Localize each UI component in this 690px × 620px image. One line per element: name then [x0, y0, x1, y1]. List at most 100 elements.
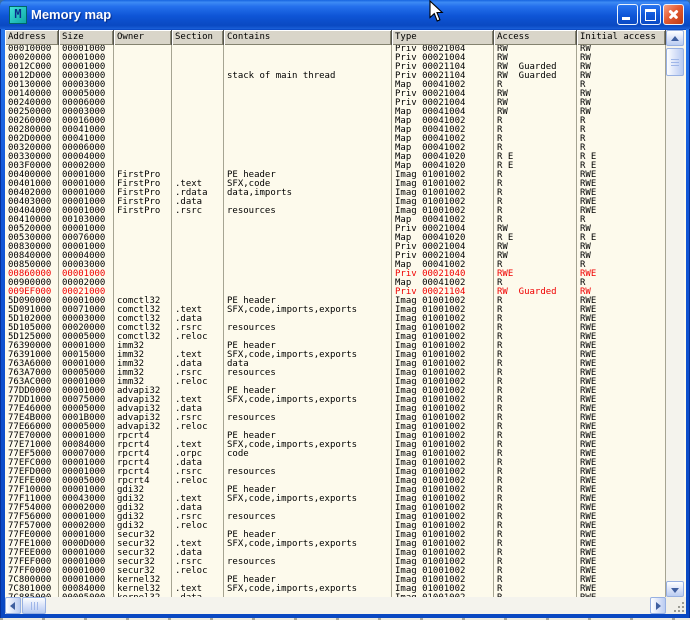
cell-section: .reloc [172, 378, 224, 387]
left-arrow-icon [10, 602, 15, 610]
cell-access: RW [494, 252, 577, 261]
cell-access: R [494, 486, 577, 495]
cell-section [172, 54, 224, 63]
cell-access: R [494, 468, 577, 477]
cell-access: R [494, 387, 577, 396]
cell-owner [114, 234, 172, 243]
cell-contains [224, 99, 392, 108]
cell-access: RW Guarded [494, 288, 577, 297]
horizontal-scrollbar[interactable] [5, 597, 666, 614]
cell-access: R [494, 324, 577, 333]
cell-contains [224, 117, 392, 126]
cell-owner [114, 54, 172, 63]
scroll-right-button[interactable] [650, 597, 666, 614]
cell-owner [114, 81, 172, 90]
resize-grip[interactable] [666, 597, 686, 614]
horizontal-scroll-thumb[interactable] [22, 597, 46, 614]
minimize-button[interactable] [617, 4, 638, 25]
cell-contains: SFX,code,imports,exports [224, 396, 392, 405]
vertical-scroll-thumb[interactable] [666, 48, 684, 76]
screenshot-stage: M Memory map Address Size Owner Section … [0, 0, 690, 620]
cell-initial-access: RW [577, 72, 666, 81]
cell-access: RW [494, 108, 577, 117]
cell-section: .reloc [172, 423, 224, 432]
cell-contains [224, 261, 392, 270]
maximize-button[interactable] [640, 4, 661, 25]
cell-access: R [494, 585, 577, 594]
cell-initial-access: RW [577, 108, 666, 117]
cell-access: R [494, 477, 577, 486]
cell-access: R [494, 180, 577, 189]
cell-access: R [494, 540, 577, 549]
cell-contains [224, 153, 392, 162]
cell-owner [114, 126, 172, 135]
cell-section [172, 234, 224, 243]
scroll-down-button[interactable] [666, 581, 684, 597]
column-header-address[interactable]: Address [5, 30, 59, 45]
cell-access: R [494, 513, 577, 522]
table-header-row: Address Size Owner Section Contains Type… [5, 30, 666, 45]
cell-access: R [494, 450, 577, 459]
column-header-access[interactable]: Access [494, 30, 577, 45]
cell-contains [224, 54, 392, 63]
cell-access: R [494, 306, 577, 315]
column-header-type[interactable]: Type [392, 30, 494, 45]
scroll-up-button[interactable] [666, 30, 684, 46]
column-header-owner[interactable]: Owner [114, 30, 172, 45]
cell-owner [114, 243, 172, 252]
cell-contains: SFX,code,imports,exports [224, 540, 392, 549]
cell-initial-access: RWE [577, 207, 666, 216]
cell-contains: SFX,code,imports,exports [224, 351, 392, 360]
cell-access: R [494, 297, 577, 306]
cell-access: R [494, 369, 577, 378]
scroll-left-button[interactable] [5, 597, 21, 614]
cell-contains: resources [224, 558, 392, 567]
cell-section [172, 252, 224, 261]
cell-contains [224, 270, 392, 279]
cell-contains [224, 126, 392, 135]
cell-section [172, 144, 224, 153]
memory-map-client-area: Address Size Owner Section Contains Type… [5, 29, 686, 614]
cell-contains: SFX,code,imports,exports [224, 495, 392, 504]
cell-access: R [494, 171, 577, 180]
column-header-contains[interactable]: Contains [224, 30, 392, 45]
memory-map-icon[interactable]: M [9, 6, 27, 24]
titlebar[interactable]: M Memory map [0, 0, 690, 29]
cell-section [172, 288, 224, 297]
cell-section [172, 63, 224, 72]
cell-access: R [494, 342, 577, 351]
cell-section [172, 126, 224, 135]
cell-contains: SFX,code,imports,exports [224, 306, 392, 315]
vertical-scrollbar[interactable] [666, 30, 684, 597]
cell-contains [224, 45, 392, 54]
down-arrow-icon [671, 588, 679, 593]
cell-initial-access: R [577, 135, 666, 144]
close-button[interactable] [663, 4, 684, 25]
cell-access: R [494, 522, 577, 531]
cell-initial-access: R [577, 117, 666, 126]
cell-section [172, 90, 224, 99]
cell-access: R [494, 414, 577, 423]
cell-section [172, 270, 224, 279]
cell-owner [114, 225, 172, 234]
cell-owner [114, 72, 172, 81]
cell-owner [114, 261, 172, 270]
cell-contains: resources [224, 513, 392, 522]
column-header-section[interactable]: Section [172, 30, 224, 45]
cell-contains: stack of main thread [224, 72, 392, 81]
column-header-size[interactable]: Size [59, 30, 114, 45]
cell-section [172, 45, 224, 54]
cell-access: R E [494, 162, 577, 171]
cell-section [172, 243, 224, 252]
cell-contains: SFX,code,imports,exports [224, 441, 392, 450]
cell-access: R [494, 135, 577, 144]
cell-section [172, 162, 224, 171]
cell-section [172, 81, 224, 90]
cell-section [172, 99, 224, 108]
cell-access: R [494, 405, 577, 414]
column-header-initial-access[interactable]: Initial access [577, 30, 666, 45]
cell-initial-access: RWE [577, 270, 666, 279]
cell-contains: code [224, 450, 392, 459]
cell-owner [114, 90, 172, 99]
cell-access: R [494, 558, 577, 567]
